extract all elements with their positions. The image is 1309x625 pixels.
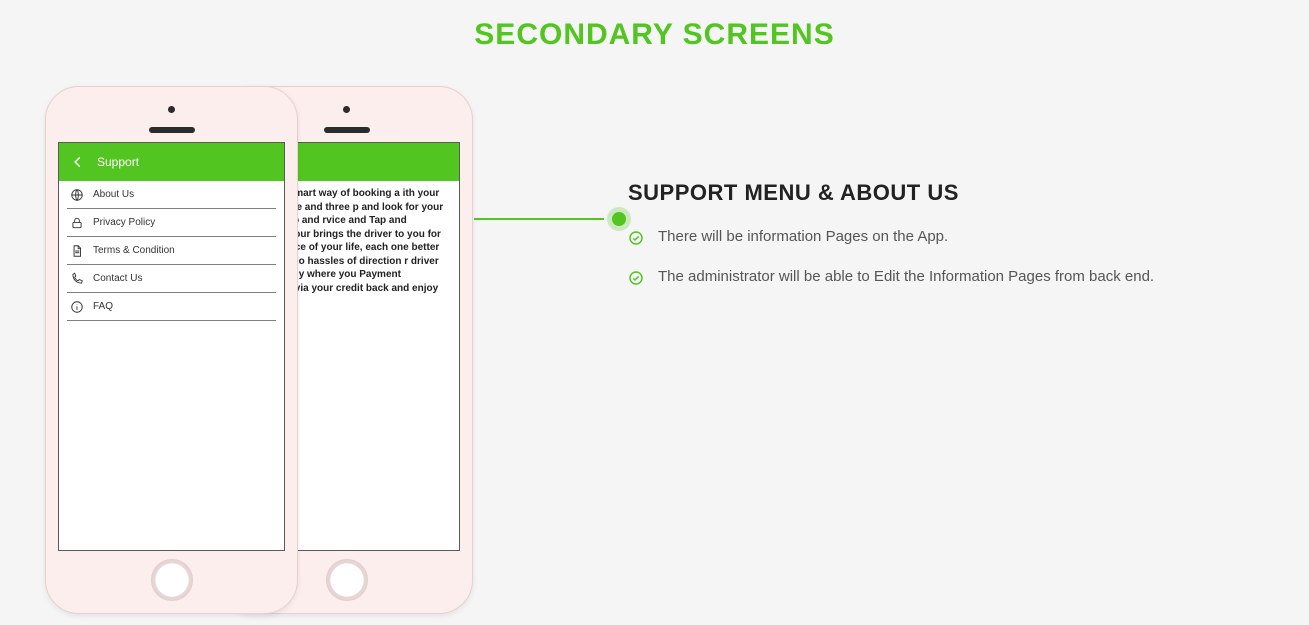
menu-item-label: Privacy Policy: [93, 217, 155, 228]
doc-icon: [69, 243, 85, 259]
speaker-slot: [149, 127, 195, 133]
feature-text: There will be information Pages on the A…: [658, 228, 948, 245]
camera-dot: [168, 106, 175, 113]
menu-item-label: FAQ: [93, 301, 113, 312]
appbar-title: Support: [97, 155, 139, 169]
connector-line: [474, 218, 604, 220]
phone-icon: [69, 271, 85, 287]
home-button[interactable]: [326, 559, 368, 601]
showcase-stage: ls ion is the smart way of booking a ith…: [0, 80, 1309, 625]
feature-item: The administrator will be able to Edit t…: [628, 268, 1248, 286]
camera-dot: [343, 106, 350, 113]
appbar-support: Support: [59, 143, 284, 181]
feature-text: The administrator will be able to Edit t…: [658, 268, 1154, 285]
feature-item: There will be information Pages on the A…: [628, 228, 1248, 246]
phone-screen-support: Support About Us Privacy Policy: [58, 142, 285, 551]
check-icon: [628, 230, 644, 246]
home-button[interactable]: [151, 559, 193, 601]
support-menu: About Us Privacy Policy Terms & Conditio…: [59, 181, 284, 321]
menu-item-faq[interactable]: FAQ: [67, 293, 276, 321]
globe-icon: [69, 187, 85, 203]
menu-item-label: Contact Us: [93, 273, 142, 284]
info-icon: [69, 299, 85, 315]
section-info: SUPPORT MENU & ABOUT US There will be in…: [628, 180, 1248, 308]
speaker-slot: [324, 127, 370, 133]
menu-item-privacy[interactable]: Privacy Policy: [67, 209, 276, 237]
back-icon[interactable]: [69, 153, 87, 171]
phone-mockup-support: Support About Us Privacy Policy: [45, 86, 298, 614]
menu-item-label: Terms & Condition: [93, 245, 175, 256]
check-icon: [628, 270, 644, 286]
menu-item-label: About Us: [93, 189, 134, 200]
lock-icon: [69, 215, 85, 231]
page-title: SECONDARY SCREENS: [0, 0, 1309, 52]
phone-sensors: [46, 101, 297, 133]
menu-item-aboutus[interactable]: About Us: [67, 181, 276, 209]
menu-item-terms[interactable]: Terms & Condition: [67, 237, 276, 265]
menu-item-contact[interactable]: Contact Us: [67, 265, 276, 293]
feature-list: There will be information Pages on the A…: [628, 228, 1248, 286]
section-heading: SUPPORT MENU & ABOUT US: [628, 180, 1248, 206]
